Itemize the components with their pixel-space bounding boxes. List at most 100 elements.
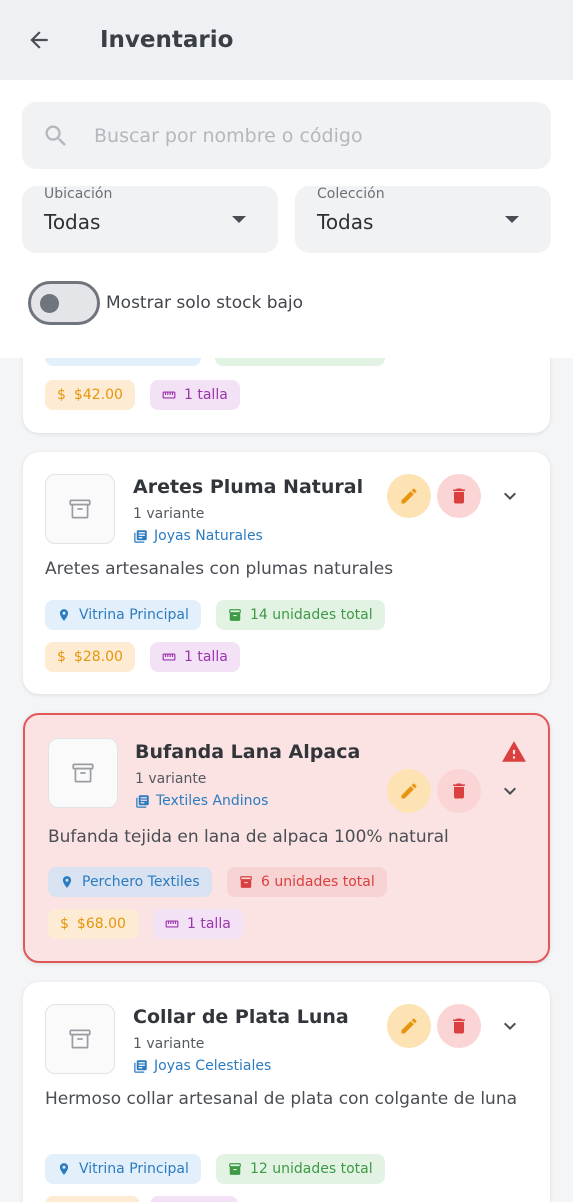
edit-button[interactable] xyxy=(387,474,431,518)
collection-link[interactable]: Textiles Andinos xyxy=(135,793,268,809)
stock-value: 14 unidades total xyxy=(250,607,373,623)
stock-chip: 14 unidades total xyxy=(216,600,385,630)
collection-link[interactable]: Joyas Celestiales xyxy=(133,1058,271,1074)
stock-value: 6 unidades total xyxy=(261,874,375,890)
price-value: $28.00 xyxy=(73,649,123,665)
price-chip: $ $28.00 xyxy=(45,642,135,672)
trash-icon xyxy=(453,783,465,799)
location-chip: Vitrina Principal xyxy=(45,1154,201,1184)
stock-value: 12 unidades total xyxy=(250,1161,373,1177)
variant-count: 1 variante xyxy=(133,1036,205,1052)
expand-button[interactable] xyxy=(497,483,523,509)
ruler-icon xyxy=(162,391,176,399)
dollar-icon: $ xyxy=(57,649,66,665)
archive-icon xyxy=(69,1029,91,1049)
dropdown-caret-icon xyxy=(232,216,246,223)
location-pin-icon xyxy=(59,609,69,621)
size-value: 1 talla xyxy=(187,916,231,932)
search-icon xyxy=(45,125,66,146)
product-description: Hermoso collar artesanal de plata con co… xyxy=(45,1089,518,1109)
arrow-left-icon xyxy=(30,31,48,49)
ruler-icon xyxy=(162,653,176,661)
product-description: Bufanda tejida en lana de alpaca 100% na… xyxy=(48,827,449,847)
location-pin-icon xyxy=(59,1163,69,1175)
pencil-icon xyxy=(401,488,417,504)
search-input[interactable] xyxy=(94,124,514,147)
size-chip: 1 talla xyxy=(150,380,240,410)
collection-name: Joyas Celestiales xyxy=(154,1058,272,1074)
product-card[interactable]: Aretes Pluma Natural 1 variante Joyas Na… xyxy=(23,452,550,694)
page-title: Inventario xyxy=(100,27,234,53)
edit-button[interactable] xyxy=(387,769,431,813)
inventory-box-icon xyxy=(229,609,241,621)
product-name: Bufanda Lana Alpaca xyxy=(135,741,361,763)
location-select-label: Ubicación xyxy=(44,186,113,202)
collections-icon xyxy=(134,529,147,543)
product-name: Aretes Pluma Natural xyxy=(133,476,364,498)
price-chip: $ $68.00 xyxy=(48,909,138,939)
pencil-icon xyxy=(401,783,417,799)
location-pin-icon xyxy=(62,876,72,888)
size-value: 1 talla xyxy=(184,649,228,665)
product-description: Aretes artesanales con plumas naturales xyxy=(45,559,394,579)
location-value: Vitrina Principal xyxy=(79,607,189,623)
toggle-knob xyxy=(40,294,59,313)
chevron-down-icon xyxy=(504,1022,516,1030)
location-chip: Perchero Textiles xyxy=(48,867,212,897)
expand-button[interactable] xyxy=(497,778,523,804)
archive-icon xyxy=(69,499,91,519)
size-chip: 1 talla xyxy=(150,642,240,672)
size-chip xyxy=(150,1196,238,1202)
chevron-down-icon xyxy=(504,492,516,500)
warning-icon xyxy=(502,741,526,762)
delete-button[interactable] xyxy=(437,474,481,518)
archive-icon xyxy=(72,763,94,783)
product-card-low-stock[interactable]: Bufanda Lana Alpaca 1 variante Textiles … xyxy=(23,713,550,963)
delete-button[interactable] xyxy=(437,1004,481,1048)
pencil-icon xyxy=(401,1018,417,1034)
location-value: Vitrina Principal xyxy=(79,1161,189,1177)
back-button[interactable] xyxy=(0,0,78,80)
filter-panel: Ubicación Todas Colección Todas Mostrar … xyxy=(0,80,573,358)
chevron-down-icon xyxy=(504,787,516,795)
location-select[interactable]: Ubicación Todas xyxy=(22,186,278,253)
product-name: Collar de Plata Luna xyxy=(133,1006,349,1028)
stock-chip-low: 6 unidades total xyxy=(227,867,387,897)
dropdown-caret-icon xyxy=(505,216,519,223)
price-value: $68.00 xyxy=(76,916,126,932)
collection-select-value: Todas xyxy=(317,210,374,234)
ruler-icon xyxy=(165,920,179,928)
location-chip: Vitrina Principal xyxy=(45,600,201,630)
location-value: Perchero Textiles xyxy=(82,874,200,890)
inventory-box-icon xyxy=(240,876,252,888)
expand-button[interactable] xyxy=(497,1013,523,1039)
dollar-icon: $ xyxy=(60,916,69,932)
collection-name: Textiles Andinos xyxy=(156,793,269,809)
collection-select-label: Colección xyxy=(317,186,385,202)
variant-count: 1 variante xyxy=(135,771,207,787)
price-value: $42.00 xyxy=(73,387,123,403)
collection-select[interactable]: Colección Todas xyxy=(295,186,551,253)
dollar-icon: $ xyxy=(57,387,66,403)
size-value: 1 talla xyxy=(184,387,228,403)
collections-icon xyxy=(134,1059,147,1073)
price-chip: $ $42.00 xyxy=(45,380,135,410)
delete-button[interactable] xyxy=(437,769,481,813)
collection-link[interactable]: Joyas Naturales xyxy=(133,528,263,544)
low-stock-toggle-row: Mostrar solo stock bajo xyxy=(28,281,303,325)
variant-count: 1 variante xyxy=(133,506,205,522)
edit-button[interactable] xyxy=(387,1004,431,1048)
app-bar: Inventario xyxy=(0,0,573,80)
location-select-value: Todas xyxy=(44,210,101,234)
trash-icon xyxy=(453,488,465,504)
collection-name: Joyas Naturales xyxy=(154,528,263,544)
trash-icon xyxy=(453,1018,465,1034)
search-box[interactable] xyxy=(22,102,551,169)
low-stock-toggle-label: Mostrar solo stock bajo xyxy=(106,293,304,313)
inventory-box-icon xyxy=(229,1163,241,1175)
product-thumbnail xyxy=(45,474,115,544)
price-chip xyxy=(45,1196,140,1202)
low-stock-toggle[interactable] xyxy=(28,281,100,325)
product-thumbnail xyxy=(45,1004,115,1074)
product-card[interactable]: Collar de Plata Luna 1 variante Joyas Ce… xyxy=(23,982,550,1202)
